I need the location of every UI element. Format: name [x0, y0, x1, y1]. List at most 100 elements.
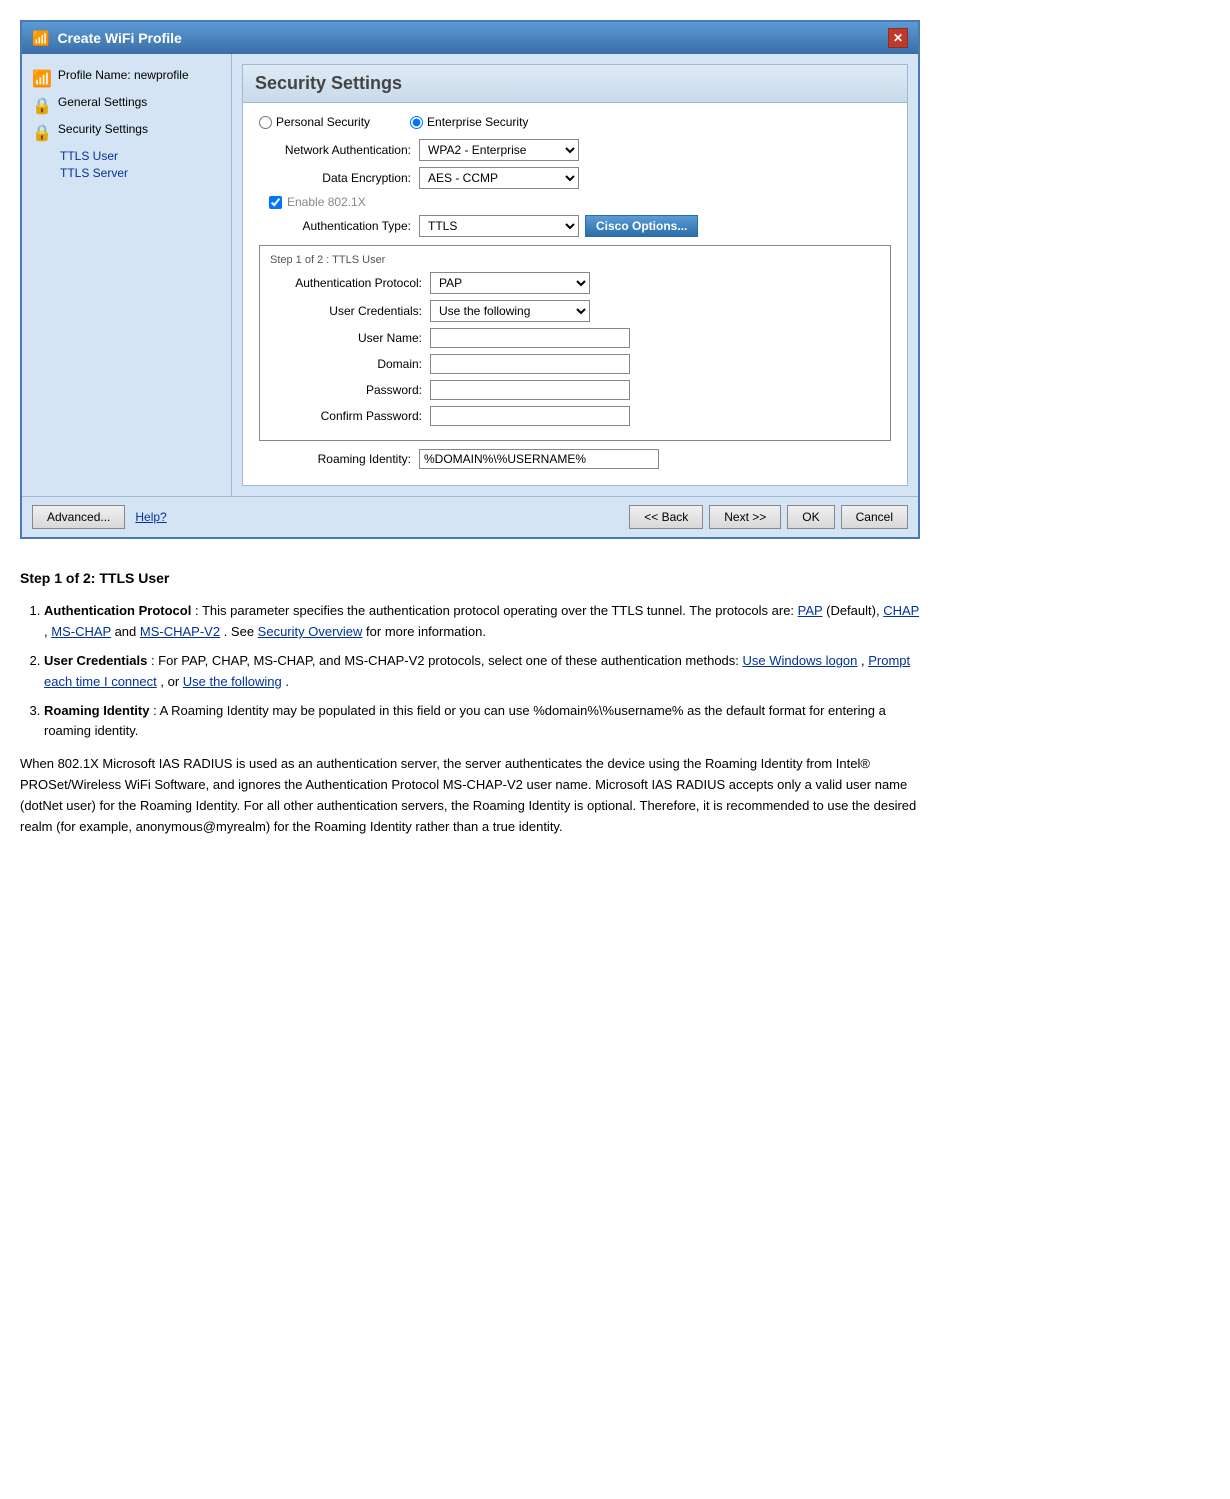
lock-icon-general: 🔒 — [32, 96, 52, 116]
chap-link[interactable]: CHAP — [883, 603, 919, 618]
confirm-password-row: Confirm Password: — [300, 406, 880, 426]
wifi-title-icon: 📶 — [32, 30, 49, 47]
password-input[interactable] — [430, 380, 630, 400]
next-button[interactable]: Next >> — [709, 505, 781, 529]
data-encryption-row: Data Encryption: AES - CCMP — [259, 167, 891, 189]
ttls-server-label: TTLS Server — [60, 166, 128, 180]
cisco-options-button[interactable]: Cisco Options... — [585, 215, 698, 237]
network-auth-dropdown[interactable]: WPA2 - Enterprise — [419, 139, 579, 161]
left-panel: 📶 Profile Name: newprofile 🔒 General Set… — [22, 54, 232, 496]
back-button[interactable]: << Back — [629, 505, 703, 529]
auth-type-control: TTLS Cisco Options... — [419, 215, 698, 237]
ttls-server-item[interactable]: TTLS Server — [60, 166, 221, 180]
user-credentials-term: User Credentials — [44, 653, 147, 668]
ok-button[interactable]: OK — [787, 505, 834, 529]
roaming-identity-label: Roaming Identity: — [259, 452, 419, 466]
step-box: Step 1 of 2 : TTLS User Authentication P… — [259, 245, 891, 441]
advanced-button[interactable]: Advanced... — [32, 505, 125, 529]
security-settings-item[interactable]: 🔒 Security Settings — [32, 122, 221, 143]
user-credentials-row: User Credentials: Use the following — [270, 300, 880, 322]
enable-8021x-checkbox[interactable] — [269, 196, 282, 209]
auth-protocol-label: Authentication Protocol: — [270, 276, 430, 290]
profile-name-item: 📶 Profile Name: newprofile — [32, 68, 221, 89]
wifi-icon: 📶 — [32, 69, 52, 89]
data-encryption-label: Data Encryption: — [259, 171, 419, 185]
security-settings-label: Security Settings — [58, 122, 148, 136]
right-panel: Security Settings Personal Security Ente… — [242, 64, 908, 486]
user-credentials-control: Use the following — [430, 300, 590, 322]
create-wifi-profile-dialog: 📶 Create WiFi Profile ✕ 📶 Profile Name: … — [20, 20, 920, 539]
description-list: Authentication Protocol : This parameter… — [44, 601, 920, 742]
cancel-button[interactable]: Cancel — [841, 505, 908, 529]
roaming-identity-term: Roaming Identity — [44, 703, 149, 718]
auth-type-label: Authentication Type: — [259, 219, 419, 233]
description-section: Step 1 of 2: TTLS User Authentication Pr… — [20, 567, 920, 837]
lock-icon-security: 🔒 — [32, 123, 52, 143]
auth-protocol-row: Authentication Protocol: PAP — [270, 272, 880, 294]
network-auth-label: Network Authentication: — [259, 143, 419, 157]
roaming-identity-text: : A Roaming Identity may be populated in… — [44, 703, 886, 739]
ttls-user-label: TTLS User — [60, 149, 118, 163]
enable-8021x-row: Enable 802.1X — [269, 195, 891, 209]
domain-row: Domain: — [300, 354, 880, 374]
data-encryption-control: AES - CCMP — [419, 167, 579, 189]
user-credentials-text: : For PAP, CHAP, MS-CHAP, and MS-CHAP-V2… — [151, 653, 743, 668]
step-box-title: Step 1 of 2 : TTLS User — [270, 254, 880, 266]
enterprise-security-radio[interactable] — [410, 116, 423, 129]
roaming-identity-input[interactable] — [419, 449, 659, 469]
auth-type-row: Authentication Type: TTLS Cisco Options.… — [259, 215, 891, 237]
auth-protocol-dropdown[interactable]: PAP — [430, 272, 590, 294]
credentials-sub-form: User Name: Domain: Password: Confirm Pas… — [300, 328, 880, 426]
security-toggle: Personal Security Enterprise Security — [259, 115, 891, 129]
security-overview-link[interactable]: Security Overview — [258, 624, 363, 639]
footer-left: Advanced... Help? — [32, 505, 167, 529]
enterprise-security-radio-label[interactable]: Enterprise Security — [410, 115, 528, 129]
panel-title: Security Settings — [243, 65, 907, 103]
dialog-title: Create WiFi Profile — [57, 30, 181, 46]
data-encryption-dropdown[interactable]: AES - CCMP — [419, 167, 579, 189]
pap-link[interactable]: PAP — [798, 603, 823, 618]
footer-right: << Back Next >> OK Cancel — [629, 505, 908, 529]
user-credentials-dropdown[interactable]: Use the following — [430, 300, 590, 322]
enable-8021x-label: Enable 802.1X — [287, 195, 366, 209]
titlebar-left: 📶 Create WiFi Profile — [32, 30, 182, 47]
auth-protocol-text: : This parameter specifies the authentic… — [195, 603, 798, 618]
help-link[interactable]: Help? — [135, 510, 166, 524]
domain-input[interactable] — [430, 354, 630, 374]
description-paragraph: When 802.1X Microsoft IAS RADIUS is used… — [20, 754, 920, 837]
general-settings-item[interactable]: 🔒 General Settings — [32, 95, 221, 116]
ms-chap-link[interactable]: MS-CHAP — [51, 624, 111, 639]
username-label: User Name: — [300, 331, 430, 345]
personal-security-radio[interactable] — [259, 116, 272, 129]
auth-protocol-control: PAP — [430, 272, 590, 294]
description-item-1: Authentication Protocol : This parameter… — [44, 601, 920, 643]
auth-protocol-term: Authentication Protocol — [44, 603, 191, 618]
description-item-3: Roaming Identity : A Roaming Identity ma… — [44, 701, 920, 743]
network-auth-row: Network Authentication: WPA2 - Enterpris… — [259, 139, 891, 161]
general-settings-label: General Settings — [58, 95, 147, 109]
close-button[interactable]: ✕ — [888, 28, 908, 48]
auth-type-dropdown[interactable]: TTLS — [419, 215, 579, 237]
ms-chap-v2-link[interactable]: MS-CHAP-V2 — [140, 624, 220, 639]
description-heading: Step 1 of 2: TTLS User — [20, 567, 920, 589]
dialog-body: 📶 Profile Name: newprofile 🔒 General Set… — [22, 54, 918, 496]
username-input[interactable] — [430, 328, 630, 348]
password-row: Password: — [300, 380, 880, 400]
network-auth-control: WPA2 - Enterprise — [419, 139, 579, 161]
username-row: User Name: — [300, 328, 880, 348]
roaming-identity-row: Roaming Identity: — [259, 449, 891, 469]
confirm-password-input[interactable] — [430, 406, 630, 426]
dialog-footer: Advanced... Help? << Back Next >> OK Can… — [22, 496, 918, 537]
user-credentials-label: User Credentials: — [270, 304, 430, 318]
password-label: Password: — [300, 383, 430, 397]
personal-security-radio-label[interactable]: Personal Security — [259, 115, 370, 129]
confirm-password-label: Confirm Password: — [300, 409, 430, 423]
description-item-2: User Credentials : For PAP, CHAP, MS-CHA… — [44, 651, 920, 693]
use-windows-logon-link[interactable]: Use Windows logon — [743, 653, 858, 668]
profile-name-label: Profile Name: newprofile — [58, 68, 189, 82]
dialog-titlebar: 📶 Create WiFi Profile ✕ — [22, 22, 918, 54]
personal-security-label: Personal Security — [276, 115, 370, 129]
domain-label: Domain: — [300, 357, 430, 371]
ttls-user-item[interactable]: TTLS User — [60, 149, 221, 163]
use-the-following-link[interactable]: Use the following — [183, 674, 282, 689]
